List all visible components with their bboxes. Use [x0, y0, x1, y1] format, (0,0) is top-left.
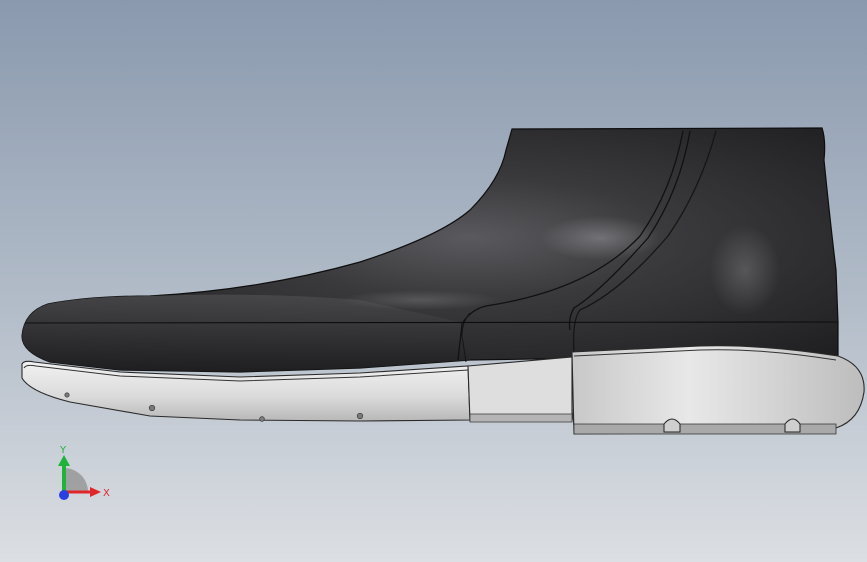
graphics-viewport[interactable]: Y X [0, 0, 867, 562]
upper-highlight-vamp [340, 290, 500, 310]
coordinate-triad[interactable]: Y X [52, 440, 122, 510]
x-axis-arrow-icon [90, 487, 101, 497]
sole-dot-3 [259, 416, 265, 422]
triad-plane-indicator [64, 468, 88, 492]
sole-dot-1 [64, 392, 70, 398]
y-axis-arrow-icon [58, 455, 70, 466]
sole-heel[interactable] [571, 345, 865, 435]
heel-tread-notch-1 [663, 418, 681, 433]
y-axis-label: Y [59, 445, 67, 456]
sole-dot-2 [148, 404, 156, 412]
upper-highlight-front [540, 216, 660, 260]
heel-tread-notch-2 [784, 418, 801, 433]
model-view[interactable] [0, 0, 867, 562]
sole-midfoot[interactable] [467, 356, 573, 422]
x-axis-label: X [103, 488, 110, 499]
z-axis-dot-icon [59, 490, 69, 500]
sole-midfoot-bottom [469, 413, 573, 423]
sole-dot-4 [356, 412, 364, 420]
upper-highlight-heel [710, 225, 780, 315]
